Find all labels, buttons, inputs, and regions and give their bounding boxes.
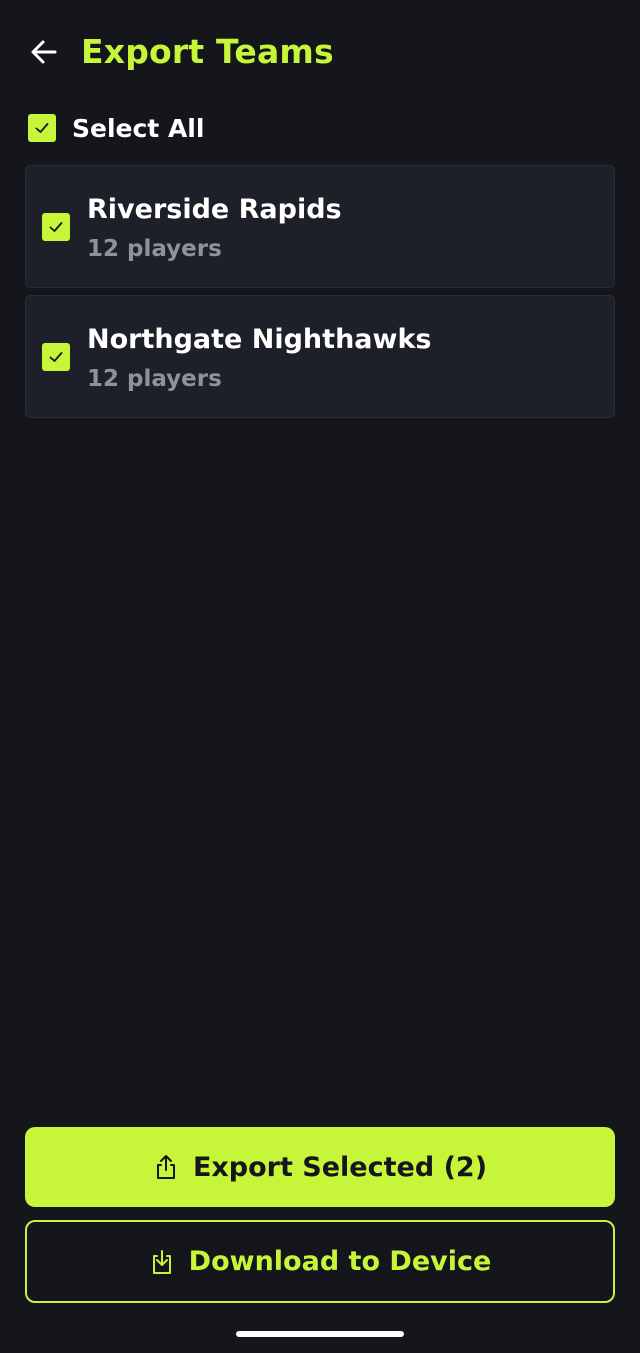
team-list: Riverside Rapids 12 players Northgate Ni…: [25, 165, 615, 425]
team-name: Northgate Nighthawks: [87, 324, 432, 355]
download-icon: [152, 1249, 171, 1274]
header: Export Teams: [0, 22, 640, 82]
select-all-label: Select All: [72, 113, 205, 143]
checkmark-icon: [35, 123, 49, 133]
back-button[interactable]: [26, 34, 62, 70]
download-to-device-label: Download to Device: [188, 1246, 492, 1277]
export-teams-screen: Export Teams Select All Riverside Rapids…: [0, 0, 640, 1353]
download-to-device-button[interactable]: Download to Device: [25, 1220, 615, 1303]
team-checkbox[interactable]: [42, 343, 70, 371]
team-checkbox[interactable]: [42, 213, 70, 241]
export-selected-button[interactable]: Export Selected (2): [25, 1127, 615, 1207]
arrow-left-icon: [31, 40, 57, 64]
home-indicator[interactable]: [236, 1331, 404, 1337]
checkmark-icon: [49, 222, 63, 232]
team-player-count: 12 players: [87, 236, 222, 262]
checkmark-icon: [49, 352, 63, 362]
team-card-northgate-nighthawks[interactable]: Northgate Nighthawks 12 players: [25, 295, 615, 418]
team-player-count: 12 players: [87, 366, 222, 392]
export-selected-label: Export Selected (2): [192, 1151, 488, 1183]
select-all-checkbox[interactable]: [28, 114, 56, 142]
team-name: Riverside Rapids: [87, 194, 342, 225]
share-upload-icon: [156, 1155, 175, 1179]
page-title: Export Teams: [81, 32, 334, 71]
select-all-row[interactable]: Select All: [28, 110, 204, 146]
team-card-riverside-rapids[interactable]: Riverside Rapids 12 players: [25, 165, 615, 288]
